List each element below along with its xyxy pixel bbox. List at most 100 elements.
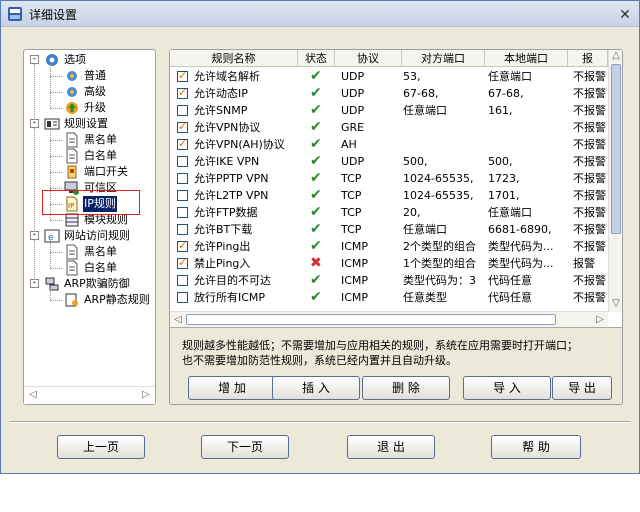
- tree-item-14[interactable]: ARP欺骗防御: [44, 276, 131, 292]
- column-header-3[interactable]: 对方端口: [402, 50, 485, 67]
- rule-alert: 不报警: [573, 206, 606, 219]
- scroll-right-icon[interactable]: ▷: [593, 312, 607, 327]
- table-row[interactable]: 允许BT下载 ✔ TCP 任意端口 6681-6890, 不报警: [170, 221, 610, 238]
- export-button[interactable]: 导 出: [552, 376, 612, 400]
- tree-item-12[interactable]: 黑名单: [64, 244, 118, 260]
- exit-button[interactable]: 退 出: [347, 435, 435, 459]
- prev-page-button[interactable]: 上一页: [57, 435, 145, 459]
- table-row[interactable]: 允许目的不可达 ✔ ICMP 类型代码为：3 代码任意 不报警: [170, 272, 610, 289]
- table-row[interactable]: 允许Ping出 ✔ ICMP 2个类型的组合类型代码为... 不报警: [170, 238, 610, 255]
- rule-alert: 不报警: [573, 172, 606, 185]
- add-button[interactable]: 增 加: [188, 376, 276, 400]
- rule-protocol: TCP: [341, 206, 362, 219]
- tree-connector: [50, 140, 62, 141]
- import-button[interactable]: 导 入: [463, 376, 551, 400]
- scroll-left-icon[interactable]: ◁: [26, 387, 40, 403]
- vertical-scroll-thumb[interactable]: [611, 64, 621, 234]
- collapse-toggle-icon[interactable]: -: [30, 55, 39, 64]
- rule-local-port: 任意端口: [488, 206, 532, 219]
- status-deny-icon: ✖: [310, 255, 322, 271]
- next-page-button[interactable]: 下一页: [201, 435, 289, 459]
- scroll-left-icon[interactable]: ◁: [171, 312, 185, 327]
- rule-remote-port: 1个类型的组合: [403, 257, 476, 270]
- scroll-up-icon[interactable]: △: [609, 50, 622, 64]
- table-row[interactable]: 禁止Ping入 ✖ ICMP 1个类型的组合类型代码为... 报警: [170, 255, 610, 272]
- rule-name: 允许IKE VPN: [194, 155, 260, 168]
- tree-item-7[interactable]: 端口开关: [64, 164, 129, 180]
- tree-connector: [50, 64, 51, 108]
- tree-item-6[interactable]: 白名单: [64, 148, 118, 164]
- rule-local-port: 6681-6890,: [488, 223, 552, 236]
- rule-local-port: 任意端口: [488, 70, 532, 83]
- column-header-1[interactable]: 状态: [298, 50, 335, 67]
- help-button[interactable]: 帮 助: [491, 435, 581, 459]
- rules-icon: [44, 116, 60, 132]
- rule-checkbox[interactable]: [177, 190, 188, 201]
- rule-checkbox[interactable]: [177, 156, 188, 167]
- delete-button[interactable]: 删 除: [362, 376, 450, 400]
- tree-item-1[interactable]: 普通: [64, 68, 107, 84]
- settings-tree[interactable]: 选项 - 普通 高级 升级 规则设置 - 黑名单 白名单 端口开关 可信区 IP IP规则 模块规则 e 网站…: [24, 50, 155, 386]
- rule-checkbox[interactable]: [177, 239, 188, 252]
- rule-checkbox[interactable]: [177, 137, 188, 150]
- rule-checkbox[interactable]: [177, 224, 188, 235]
- status-ok-icon: ✔: [310, 153, 322, 169]
- tree-item-label: 黑名单: [84, 245, 117, 258]
- table-row[interactable]: 允许PPTP VPN ✔ TCP 1024-65535, 1723, 不报警: [170, 170, 610, 187]
- table-row[interactable]: 放行所有ICMP ✔ ICMP 任意类型 代码任意 不报警: [170, 289, 610, 306]
- tree-connector: [50, 268, 62, 269]
- table-horizontal-scrollbar[interactable]: ◁ ▷: [170, 311, 608, 327]
- network-icon: [44, 276, 60, 292]
- rule-remote-port: 2个类型的组合: [403, 240, 476, 253]
- scroll-right-icon[interactable]: ▷: [139, 387, 153, 403]
- table-vertical-scrollbar[interactable]: △ ▽: [608, 50, 622, 312]
- rule-checkbox[interactable]: [177, 69, 188, 82]
- tree-item-label: 普通: [84, 69, 106, 82]
- rule-protocol: UDP: [341, 104, 365, 117]
- tree-item-15[interactable]: ARP静态规则: [64, 292, 151, 308]
- rule-protocol: UDP: [341, 70, 365, 83]
- table-row[interactable]: 允许FTP数据 ✔ TCP 20, 任意端口 不报警: [170, 204, 610, 221]
- tree-item-13[interactable]: 白名单: [64, 260, 118, 276]
- rule-checkbox[interactable]: [177, 207, 188, 218]
- horizontal-scroll-thumb[interactable]: [186, 314, 556, 325]
- table-row[interactable]: 允许IKE VPN ✔ UDP 500, 500, 不报警: [170, 153, 610, 170]
- rule-local-port: 类型代码为...: [488, 257, 554, 270]
- rule-protocol: ICMP: [341, 274, 369, 287]
- arp-rule-icon: [64, 292, 80, 308]
- highlight-box: [42, 190, 140, 215]
- column-header-0[interactable]: 规则名称: [170, 50, 298, 67]
- tree-item-2[interactable]: 高级: [64, 84, 107, 100]
- rule-checkbox[interactable]: [177, 105, 188, 116]
- rule-alert: 不报警: [573, 87, 606, 100]
- rule-checkbox[interactable]: [177, 256, 188, 269]
- table-row[interactable]: 允许L2TP VPN ✔ TCP 1024-65535, 1701, 不报警: [170, 187, 610, 204]
- rule-checkbox[interactable]: [177, 120, 188, 133]
- column-header-5[interactable]: 报: [568, 50, 608, 67]
- table-row[interactable]: 允许SNMP ✔ UDP 任意端口 161, 不报警: [170, 102, 610, 119]
- close-button[interactable]: ✕: [617, 6, 633, 22]
- status-ok-icon: ✔: [310, 119, 322, 135]
- rule-checkbox[interactable]: [177, 173, 188, 184]
- table-row[interactable]: 允许动态IP ✔ UDP 67-68, 67-68, 不报警: [170, 85, 610, 102]
- column-header-4[interactable]: 本地端口: [485, 50, 568, 67]
- rule-checkbox[interactable]: [177, 292, 188, 303]
- insert-button[interactable]: 插 入: [272, 376, 360, 400]
- tree-item-3[interactable]: 升级: [64, 100, 107, 116]
- title-bar: 详细设置 ✕: [1, 1, 639, 27]
- rule-checkbox[interactable]: [177, 86, 188, 99]
- status-ok-icon: ✔: [310, 272, 322, 288]
- tree-item-5[interactable]: 黑名单: [64, 132, 118, 148]
- tree-connector: [34, 64, 35, 122]
- rule-remote-port: 任意端口: [403, 223, 447, 236]
- tree-item-4[interactable]: 规则设置: [44, 116, 109, 132]
- table-row[interactable]: 允许VPN(AH)协议 ✔ AH 不报警: [170, 136, 610, 153]
- tree-item-11[interactable]: e 网站访问规则: [44, 228, 131, 244]
- table-row[interactable]: 允许域名解析 ✔ UDP 53, 任意端口 不报警: [170, 68, 610, 85]
- table-row[interactable]: 允许VPN协议 ✔ GRE 不报警: [170, 119, 610, 136]
- tree-horizontal-scrollbar[interactable]: ◁ ▷: [24, 386, 155, 404]
- scroll-down-icon[interactable]: ▽: [609, 296, 622, 312]
- column-header-2[interactable]: 协议: [335, 50, 402, 67]
- window-title: 详细设置: [29, 8, 78, 22]
- rule-checkbox[interactable]: [177, 275, 188, 286]
